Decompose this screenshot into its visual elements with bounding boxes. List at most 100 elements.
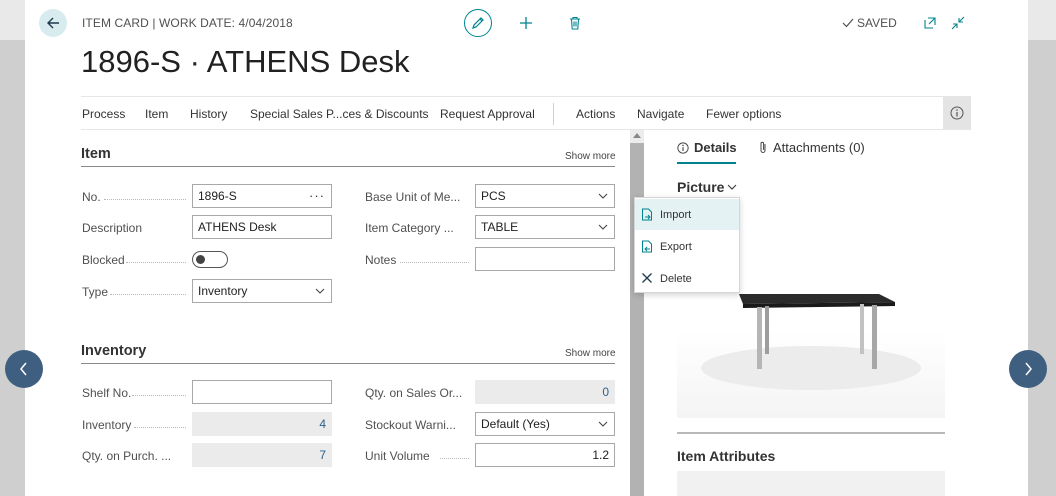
tab-attachments[interactable]: Attachments (0) <box>758 140 865 155</box>
menu-item-delete[interactable]: Delete <box>635 263 739 294</box>
blocked-label: Blocked <box>82 253 125 267</box>
blocked-toggle[interactable] <box>192 251 228 268</box>
checkmark-icon <box>842 18 854 28</box>
action-request-approval[interactable]: Request Approval <box>440 107 535 121</box>
item-category-value: TABLE <box>481 220 519 234</box>
qty-purch-value: 7 <box>319 448 326 462</box>
page-title: 1896-S · ATHENS Desk <box>81 44 410 79</box>
import-label: Import <box>660 209 692 221</box>
edit-button[interactable] <box>464 9 492 37</box>
no-value: 1896-S <box>198 189 237 203</box>
picture-context-menu: Import Export Delete <box>634 197 740 293</box>
item-attributes-title: Item Attributes <box>677 448 776 464</box>
open-new-window-button[interactable] <box>922 15 938 31</box>
action-fewer-options[interactable]: Fewer options <box>706 107 781 121</box>
info-icon <box>677 141 689 154</box>
tab-details-label: Details <box>694 140 737 155</box>
new-button[interactable] <box>516 13 536 33</box>
scroll-up-arrow-icon[interactable] <box>633 132 641 138</box>
chevron-down-icon <box>315 288 325 294</box>
stockout-label: Stockout Warni... <box>365 418 456 432</box>
chevron-left-icon <box>20 362 27 376</box>
item-category-label: Item Category ... <box>365 221 454 235</box>
type-select[interactable]: Inventory <box>192 279 332 303</box>
description-value: ATHENS Desk <box>198 220 277 234</box>
plus-icon <box>520 17 532 29</box>
action-bar-separator <box>553 103 554 125</box>
info-icon <box>950 106 964 120</box>
inventory-leader <box>134 426 186 428</box>
action-actions[interactable]: Actions <box>576 107 615 121</box>
pop-out-icon <box>924 17 936 29</box>
delete-x-icon <box>642 273 652 283</box>
action-bar: Process Item History Special Sales P...c… <box>81 96 971 130</box>
delete-label: Delete <box>660 273 692 285</box>
qty-sales-field[interactable]: 0 <box>475 380 615 404</box>
chevron-down-icon <box>598 193 608 199</box>
blocked-leader <box>126 261 186 263</box>
stockout-value: Default (Yes) <box>481 417 550 431</box>
action-special-sales-prices[interactable]: Special Sales P...ces & Discounts <box>250 107 429 121</box>
type-value: Inventory <box>198 284 248 298</box>
base-unit-value: PCS <box>481 189 506 203</box>
next-record-button[interactable] <box>1009 350 1047 388</box>
inventory-value: 4 <box>319 417 326 431</box>
trash-icon <box>570 16 580 30</box>
notes-leader <box>400 261 469 263</box>
action-process[interactable]: Process <box>82 107 125 121</box>
description-label: Description <box>82 221 143 235</box>
action-navigate[interactable]: Navigate <box>637 107 684 121</box>
back-button[interactable] <box>39 9 67 37</box>
collapse-button[interactable] <box>950 15 966 31</box>
notes-field[interactable] <box>475 247 615 271</box>
qty-sales-value: 0 <box>602 385 609 399</box>
inventory-section-divider <box>81 363 615 364</box>
type-label: Type <box>82 285 109 299</box>
saved-label: SAVED <box>857 16 897 30</box>
no-leader <box>104 198 186 200</box>
chevron-right-icon <box>1025 362 1032 376</box>
picture-menu-button[interactable]: Picture <box>677 179 737 195</box>
pencil-icon <box>472 17 484 29</box>
notes-label: Notes <box>365 253 397 267</box>
item-category-select[interactable]: TABLE <box>475 215 615 239</box>
item-attributes-panel <box>677 471 945 496</box>
item-show-more-link[interactable]: Show more <box>565 151 616 162</box>
shelf-no-label: Shelf No. <box>82 386 132 400</box>
qty-purch-label: Qty. on Purch. ... <box>82 449 172 463</box>
scrollbar-thumb[interactable] <box>630 143 644 496</box>
action-item[interactable]: Item <box>145 107 168 121</box>
factbox-toggle-button[interactable] <box>943 97 971 129</box>
picture-divider <box>677 432 945 434</box>
previous-record-button[interactable] <box>5 350 43 388</box>
inventory-label: Inventory <box>82 418 132 432</box>
collapse-icon <box>951 16 965 30</box>
chevron-down-icon <box>598 224 608 230</box>
action-history[interactable]: History <box>190 107 227 121</box>
type-leader <box>110 293 186 295</box>
export-label: Export <box>660 241 692 253</box>
no-field[interactable]: 1896-S ··· <box>192 184 332 208</box>
description-field[interactable]: ATHENS Desk <box>192 215 332 239</box>
item-section-title: Item <box>81 146 111 162</box>
qty-sales-label: Qty. on Sales Or... <box>365 386 463 400</box>
paperclip-icon <box>760 141 766 153</box>
qty-purch-field[interactable]: 7 <box>192 443 332 467</box>
base-unit-select[interactable]: PCS <box>475 184 615 208</box>
tab-details-underline <box>677 162 736 164</box>
tab-attachments-label: Attachments (0) <box>773 140 865 155</box>
chevron-down-icon <box>728 184 737 190</box>
tab-details[interactable]: Details <box>677 140 737 155</box>
shelf-no-field[interactable] <box>192 380 332 404</box>
inventory-show-more-link[interactable]: Show more <box>565 348 616 359</box>
menu-item-import[interactable]: Import <box>635 199 739 230</box>
inventory-field[interactable]: 4 <box>192 412 332 436</box>
shelf-no-leader <box>132 394 186 396</box>
delete-button[interactable] <box>565 13 585 33</box>
inventory-section-title: Inventory <box>81 343 147 359</box>
unit-volume-field[interactable]: 1.2 <box>475 443 615 467</box>
stockout-select[interactable]: Default (Yes) <box>475 412 615 436</box>
menu-item-export[interactable]: Export <box>635 231 739 262</box>
no-label: No. <box>82 190 101 204</box>
ellipsis-icon[interactable]: ··· <box>309 188 325 203</box>
